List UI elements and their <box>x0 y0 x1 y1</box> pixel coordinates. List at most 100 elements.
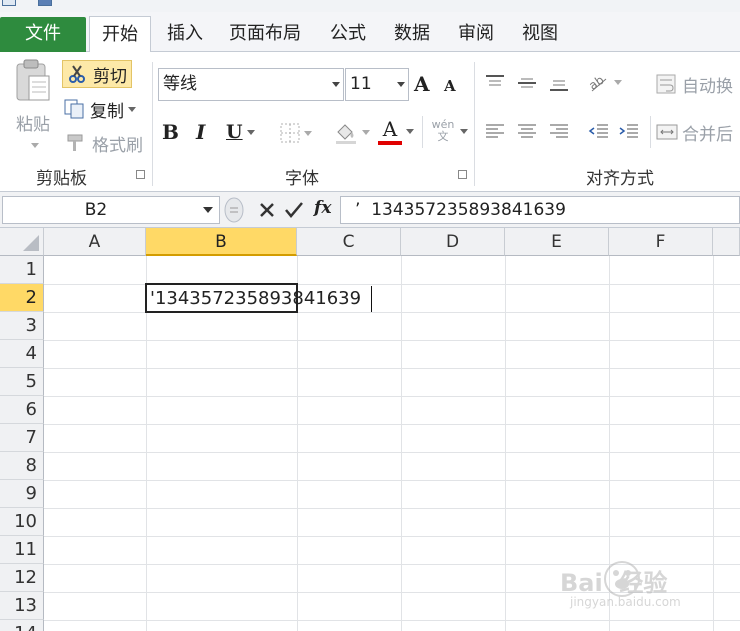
align-center-icon <box>518 124 536 138</box>
cut-button[interactable]: 剪切 <box>62 60 132 88</box>
gridline <box>44 536 740 537</box>
row-header-5[interactable]: 5 <box>0 368 44 396</box>
tab-data[interactable]: 数据 <box>386 16 438 52</box>
save-icon[interactable] <box>38 0 52 6</box>
bold-label: B <box>162 120 179 144</box>
paste-button[interactable]: 粘贴 <box>8 58 58 154</box>
font-color-button[interactable]: A <box>378 116 418 146</box>
font-color-dropdown-icon[interactable] <box>406 128 414 134</box>
clipboard-group-label: 剪贴板 <box>36 169 87 189</box>
column-header-e[interactable]: E <box>505 228 609 256</box>
font-name-combo[interactable]: 等线 <box>158 68 344 101</box>
fill-color-button[interactable] <box>334 118 374 146</box>
name-box[interactable]: B2 <box>2 196 220 224</box>
column-header-c[interactable]: C <box>297 228 401 256</box>
tab-view[interactable]: 视图 <box>514 16 566 52</box>
fill-color-dropdown-icon[interactable] <box>362 129 370 135</box>
column-header-b[interactable]: B <box>146 228 297 256</box>
phonetic-guide-button[interactable]: wén 文 <box>430 116 470 146</box>
row-header-13[interactable]: 13 <box>0 592 44 620</box>
cell-edit-text[interactable]: '134357235893841639 <box>150 286 361 312</box>
tab-formulas[interactable]: 公式 <box>322 16 374 52</box>
merge-cells-icon <box>656 124 678 140</box>
font-name-dropdown-icon[interactable] <box>332 82 340 87</box>
row-header-10[interactable]: 10 <box>0 508 44 536</box>
resize-grip-icon <box>224 197 244 223</box>
copy-button[interactable]: 复制 <box>64 96 146 122</box>
gridline <box>44 480 740 481</box>
copy-label: 复制 <box>90 101 124 122</box>
column-header-d[interactable]: D <box>401 228 505 256</box>
cut-label: 剪切 <box>93 66 127 87</box>
cancel-icon[interactable] <box>258 201 276 219</box>
phonetic-dropdown-icon[interactable] <box>460 128 468 134</box>
quick-access-toolbar <box>0 0 740 12</box>
underline-dropdown-icon[interactable] <box>246 129 255 135</box>
phonetic-icon: wén 文 <box>431 118 455 143</box>
paste-icon <box>16 59 50 101</box>
copy-dropdown-icon[interactable] <box>128 106 136 112</box>
column-header-f[interactable]: F <box>609 228 713 256</box>
column-header-a[interactable]: A <box>44 228 146 256</box>
row-header-4[interactable]: 4 <box>0 340 44 368</box>
select-all-corner[interactable] <box>0 228 44 256</box>
scissors-icon <box>69 65 85 83</box>
italic-button[interactable]: I <box>196 118 218 146</box>
wrap-text-icon <box>656 74 676 94</box>
tab-page-layout[interactable]: 页面布局 <box>222 16 308 52</box>
row-header-8[interactable]: 8 <box>0 452 44 480</box>
tab-insert[interactable]: 插入 <box>160 16 210 52</box>
row-header-1[interactable]: 1 <box>0 256 44 284</box>
bold-button[interactable]: B <box>162 118 188 146</box>
enter-check-icon[interactable] <box>284 201 304 219</box>
align-middle-button[interactable] <box>516 70 544 96</box>
row-header-11[interactable]: 11 <box>0 536 44 564</box>
align-right-button[interactable] <box>548 118 576 144</box>
font-dialog-launcher-icon[interactable] <box>458 170 467 179</box>
decrease-indent-button[interactable] <box>588 118 614 144</box>
format-painter-icon <box>67 134 83 151</box>
borders-dropdown-icon[interactable] <box>304 130 312 136</box>
increase-indent-button[interactable] <box>618 118 644 144</box>
align-center-button[interactable] <box>516 118 544 144</box>
align-left-button[interactable] <box>484 118 512 144</box>
gridline <box>44 340 740 341</box>
underline-button[interactable]: U <box>226 118 266 146</box>
row-header-7[interactable]: 7 <box>0 424 44 452</box>
grow-font-button[interactable]: A <box>414 70 440 98</box>
group-separator <box>422 116 423 148</box>
name-box-dropdown-icon[interactable] <box>203 207 213 213</box>
tab-home[interactable]: 开始 <box>89 16 151 53</box>
row-header-9[interactable]: 9 <box>0 480 44 508</box>
row-header-2[interactable]: 2 <box>0 284 44 312</box>
gridline <box>44 620 740 621</box>
paste-dropdown-icon[interactable] <box>31 143 39 148</box>
group-separator <box>474 62 475 186</box>
wrap-text-button[interactable]: 自动换 <box>656 70 740 98</box>
merge-center-button[interactable]: 合并后 <box>656 118 740 146</box>
wrap-text-label: 自动换 <box>682 76 733 97</box>
formula-input[interactable]: ’ 134357235893841639 <box>340 196 740 224</box>
row-header-12[interactable]: 12 <box>0 564 44 592</box>
tab-review[interactable]: 审阅 <box>450 16 502 52</box>
align-top-button[interactable] <box>484 70 512 96</box>
font-size-dropdown-icon[interactable] <box>397 82 405 87</box>
shrink-font-button[interactable]: A <box>444 74 468 98</box>
insert-function-icon[interactable]: fx <box>314 198 331 218</box>
row-header-3[interactable]: 3 <box>0 312 44 340</box>
align-bottom-button[interactable] <box>548 70 576 96</box>
font-size-combo[interactable]: 11 <box>345 68 409 101</box>
tab-file[interactable]: 文件 <box>0 17 86 52</box>
increase-indent-icon <box>619 124 638 138</box>
font-size-value: 11 <box>350 74 372 94</box>
row-header-14[interactable]: 14 <box>0 620 44 631</box>
name-box-value: B2 <box>84 200 108 220</box>
borders-button[interactable] <box>280 120 320 146</box>
orientation-button[interactable]: ab <box>586 68 626 96</box>
format-painter-button[interactable]: 格式刷 <box>66 130 150 156</box>
gridline <box>44 396 740 397</box>
clipboard-dialog-launcher-icon[interactable] <box>136 170 145 179</box>
orientation-dropdown-icon[interactable] <box>614 79 622 85</box>
column-header-g[interactable] <box>713 228 740 256</box>
row-header-6[interactable]: 6 <box>0 396 44 424</box>
